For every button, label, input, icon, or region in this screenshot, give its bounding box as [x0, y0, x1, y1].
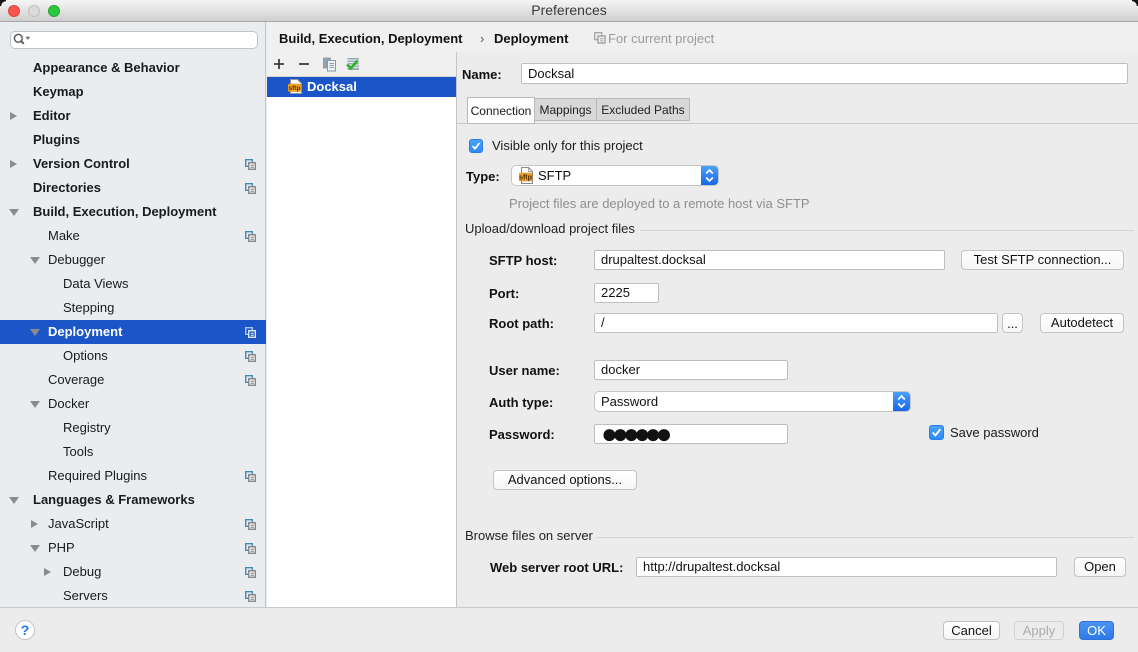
svg-text:sftp: sftp [289, 85, 301, 92]
svg-text:sftp: sftp [519, 174, 532, 181]
